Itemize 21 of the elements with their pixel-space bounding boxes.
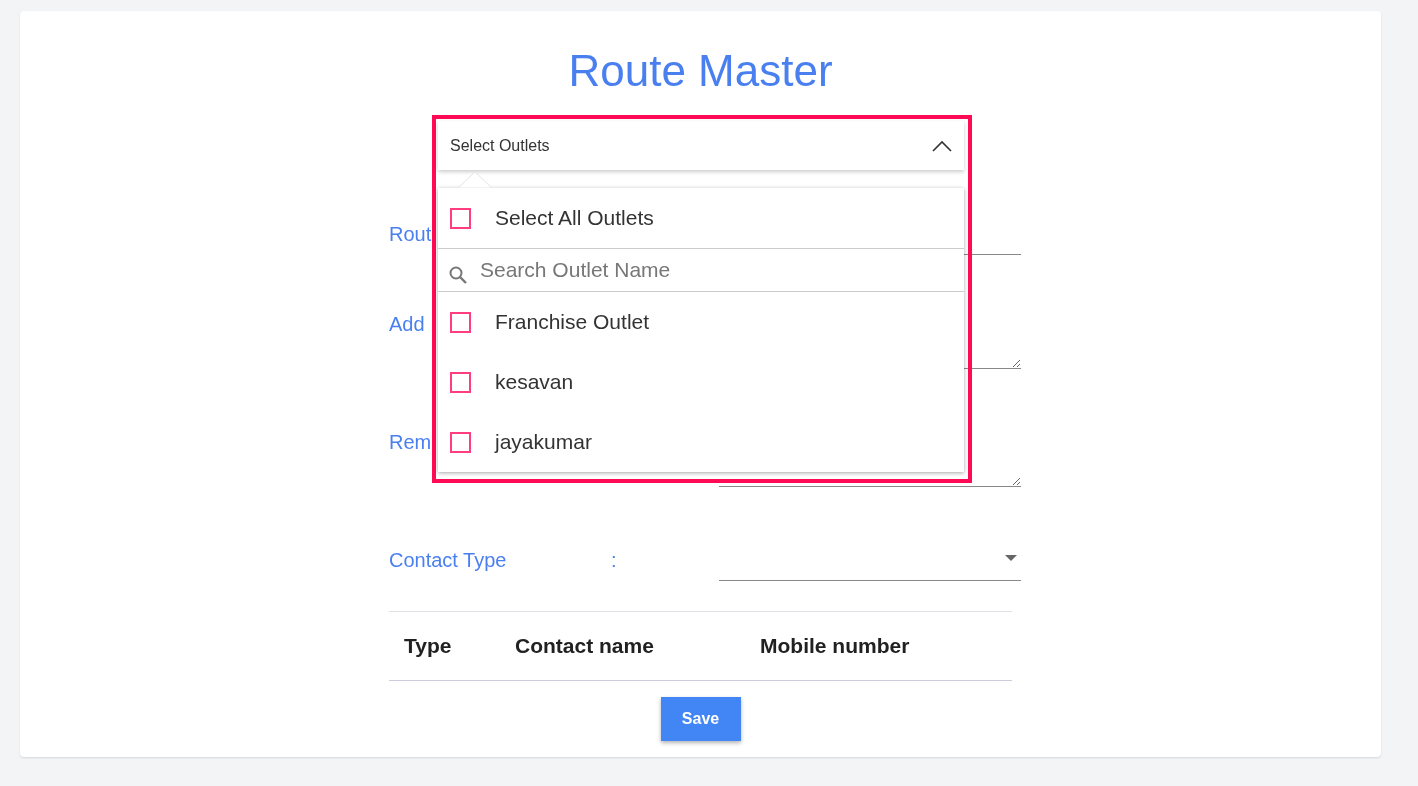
field-label: Contact Type [389, 548, 507, 573]
outlet-option[interactable]: jayakumar [438, 412, 964, 472]
checkbox[interactable] [450, 207, 471, 229]
column-header: Contact name [514, 633, 655, 659]
outlet-option[interactable]: kesavan [438, 352, 964, 412]
colon: : [611, 548, 617, 573]
search-field[interactable]: Search Outlet Name [478, 253, 964, 287]
checkbox[interactable] [450, 371, 471, 393]
pointer-arrow [458, 171, 492, 188]
field-label: Add [389, 312, 425, 337]
checkbox[interactable] [450, 311, 471, 333]
search-icon [448, 265, 468, 285]
save-button[interactable]: Save [660, 696, 741, 741]
checkbox[interactable] [450, 431, 471, 453]
caret-icon [1005, 555, 1017, 562]
field-label: Rout [389, 222, 432, 247]
outlet-option[interactable]: Franchise Outlet [438, 292, 964, 352]
page-title: Route Master [567, 45, 834, 93]
column-header: Mobile number [759, 633, 911, 659]
column-header: Type [403, 633, 453, 659]
field-label: Rem [389, 430, 432, 455]
